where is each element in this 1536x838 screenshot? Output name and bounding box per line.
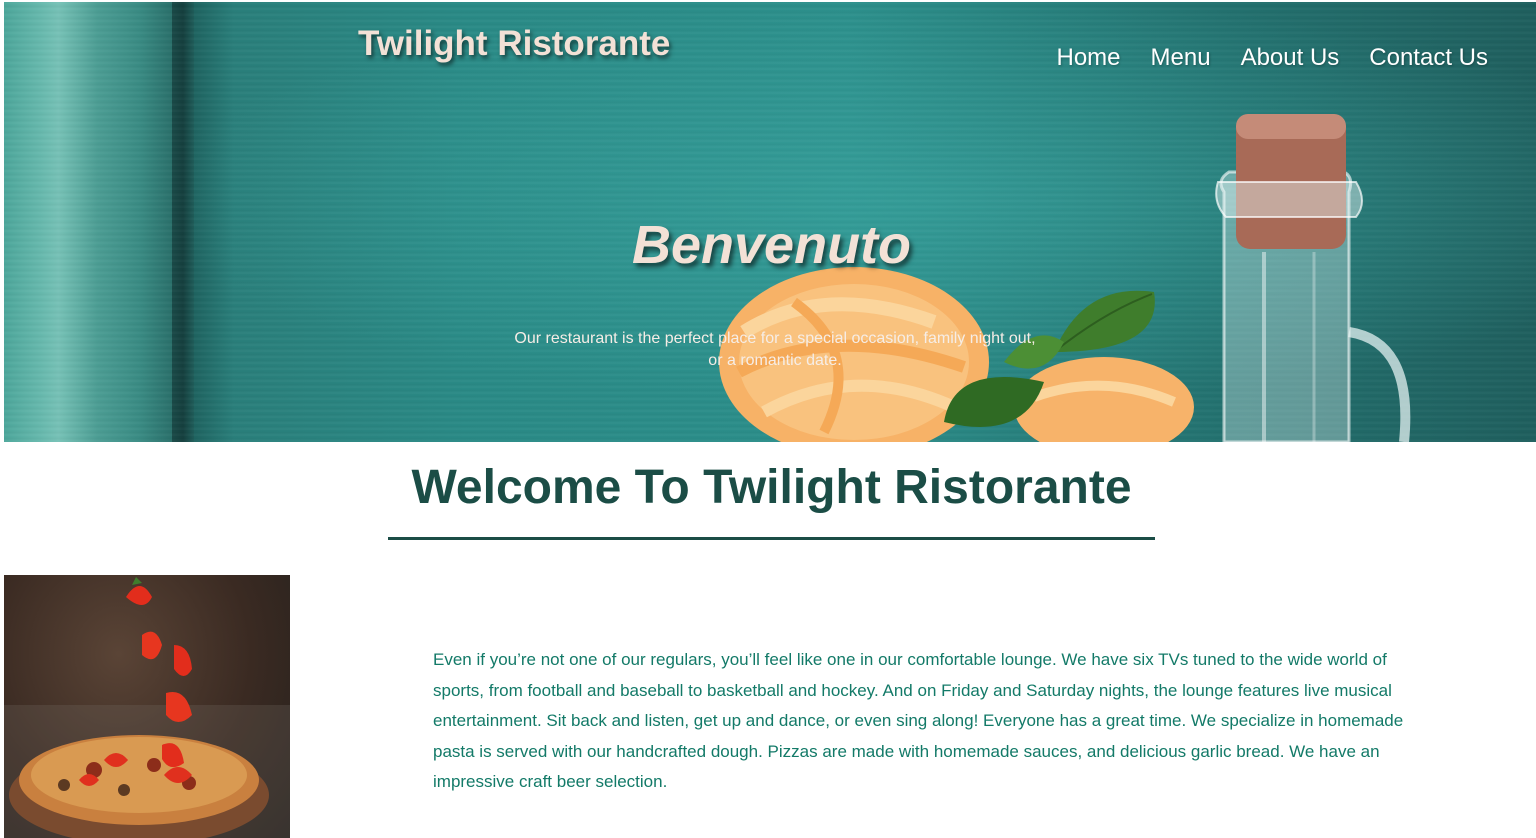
nav-contact-us-link[interactable]: Contact Us xyxy=(1369,44,1488,72)
nav-menu-link[interactable]: Menu xyxy=(1151,44,1211,72)
nav-about-us-link[interactable]: About Us xyxy=(1241,44,1340,72)
nav-home-link[interactable]: Home xyxy=(1056,44,1120,72)
oil-bottle-icon xyxy=(1215,114,1411,442)
about-paragraph: Even if you’re not one of our regulars, … xyxy=(433,650,1404,792)
main-nav: Home Menu About Us Contact Us xyxy=(1056,44,1488,72)
hero-banner: Twilight Ristorante Home Menu About Us C… xyxy=(4,2,1536,442)
welcome-divider xyxy=(388,537,1155,540)
pizza-icon xyxy=(4,577,290,838)
brand-logo-text[interactable]: Twilight Ristorante xyxy=(358,24,670,64)
hero-title: Benvenuto xyxy=(632,215,912,275)
pizza-photo xyxy=(4,575,290,838)
hero-subtitle: Our restaurant is the perfect place for … xyxy=(514,330,1036,369)
welcome-heading: Welcome To Twilight Ristorante xyxy=(411,461,1132,514)
